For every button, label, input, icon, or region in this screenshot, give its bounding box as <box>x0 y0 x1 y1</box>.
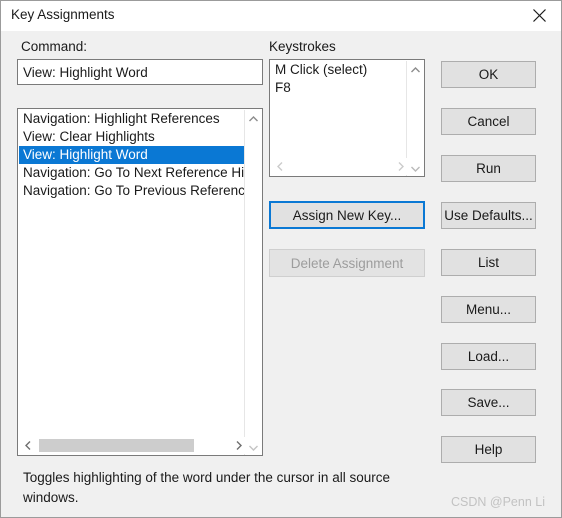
list-item[interactable]: M Click (select) <box>271 61 406 79</box>
help-button[interactable]: Help <box>441 436 536 463</box>
ok-button[interactable]: OK <box>441 61 536 88</box>
key-assignments-dialog: Key Assignments Command: Navigation: Hig… <box>0 0 562 518</box>
window-title: Key Assignments <box>11 7 115 22</box>
cancel-button[interactable]: Cancel <box>441 108 536 135</box>
watermark: CSDN @Penn Li <box>451 495 545 509</box>
scroll-down-icon[interactable] <box>245 439 262 455</box>
scroll-left-icon[interactable] <box>19 437 36 454</box>
list-item[interactable]: F8 <box>271 79 406 97</box>
keystrokes-label: Keystrokes <box>269 39 336 54</box>
command-label: Command: <box>21 39 88 54</box>
horizontal-scroll-thumb[interactable] <box>39 439 194 452</box>
keystrokes-listbox[interactable]: M Click (select) F8 <box>269 59 425 177</box>
load-button[interactable]: Load... <box>441 343 536 370</box>
command-list-items: Navigation: Highlight References View: C… <box>19 110 244 200</box>
scroll-right-icon[interactable] <box>230 437 247 454</box>
list-item[interactable]: View: Clear Highlights <box>19 128 244 146</box>
title-bar: Key Assignments <box>1 1 561 31</box>
keystrokes-list-items: M Click (select) F8 <box>271 61 406 97</box>
list-item-selected[interactable]: View: Highlight Word <box>19 146 244 164</box>
command-list-vertical-scrollbar[interactable] <box>244 110 262 455</box>
scroll-left-icon[interactable] <box>271 158 288 175</box>
list-button[interactable]: List <box>441 249 536 276</box>
command-input[interactable] <box>17 59 263 85</box>
menu-button[interactable]: Menu... <box>441 296 536 323</box>
scroll-up-icon[interactable] <box>407 61 424 78</box>
scroll-up-icon[interactable] <box>245 110 262 127</box>
close-icon[interactable] <box>517 1 561 30</box>
delete-assignment-button: Delete Assignment <box>269 249 425 277</box>
scroll-down-icon[interactable] <box>407 160 424 176</box>
scroll-right-icon[interactable] <box>392 158 409 175</box>
use-defaults-button[interactable]: Use Defaults... <box>441 202 536 229</box>
command-description: Toggles highlighting of the word under t… <box>23 470 390 505</box>
command-list-horizontal-scrollbar[interactable] <box>19 437 247 454</box>
save-button[interactable]: Save... <box>441 389 536 416</box>
keystrokes-horizontal-scrollbar[interactable] <box>271 158 409 175</box>
assign-new-key-button[interactable]: Assign New Key... <box>269 201 425 229</box>
run-button[interactable]: Run <box>441 155 536 182</box>
list-item[interactable]: Navigation: Go To Previous Reference <box>19 182 244 200</box>
list-item[interactable]: Navigation: Highlight References <box>19 110 244 128</box>
command-listbox[interactable]: Navigation: Highlight References View: C… <box>17 108 263 456</box>
list-item[interactable]: Navigation: Go To Next Reference Hig <box>19 164 244 182</box>
